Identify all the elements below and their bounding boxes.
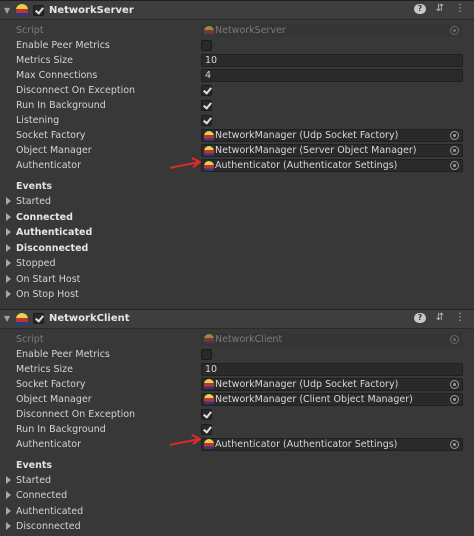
network-manager-icon: [204, 130, 214, 141]
presets-icon[interactable]: ⇵: [434, 3, 446, 14]
events-section: Events: [0, 459, 474, 474]
red-annotation-arrow-icon: [169, 157, 202, 169]
run-in-background-checkbox[interactable]: [201, 100, 212, 111]
disconnect-on-exception-checkbox[interactable]: [201, 408, 212, 420]
run-in-background-checkbox[interactable]: [201, 423, 212, 435]
event-started[interactable]: Started: [0, 195, 474, 211]
foldout-right-icon[interactable]: [6, 274, 11, 283]
component-icon: [16, 4, 28, 16]
object-picker-icon[interactable]: [450, 379, 459, 389]
network-manager-icon: [204, 379, 214, 389]
events-section: Events: [0, 180, 474, 195]
events-heading: Events: [16, 459, 53, 471]
script-field: NetworkServer: [201, 24, 463, 37]
authenticator-field[interactable]: Authenticator (Authenticator Settings): [201, 437, 463, 451]
red-annotation-arrow-icon: [169, 433, 202, 446]
event-started[interactable]: Started: [0, 474, 474, 490]
max-connections-input[interactable]: 4: [201, 69, 463, 82]
disconnect-on-exception-row: Disconnect On Exception: [0, 408, 474, 423]
network-client-enabled-checkbox[interactable]: [33, 313, 44, 324]
metrics-size-row: Metrics Size 10: [0, 54, 474, 69]
enable-peer-metrics-checkbox[interactable]: [201, 40, 212, 51]
listening-checkbox[interactable]: [201, 115, 212, 126]
script-row: Script NetworkClient: [0, 332, 474, 348]
foldout-right-icon[interactable]: [6, 228, 11, 236]
network-server-component: ▼ NetworkServer ? ⇵ ⋮ Script NetworkServ…: [0, 0, 474, 309]
foldout-right-icon[interactable]: [6, 491, 11, 499]
event-disconnected[interactable]: Disconnected: [0, 242, 474, 258]
object-picker-icon[interactable]: [450, 394, 459, 404]
metrics-size-input[interactable]: 10: [201, 54, 463, 67]
disconnect-on-exception-checkbox[interactable]: [201, 85, 212, 96]
disconnect-on-exception-row: Disconnect On Exception: [0, 84, 474, 99]
event-authenticated[interactable]: Authenticated: [0, 505, 474, 521]
foldout-right-icon[interactable]: [6, 290, 11, 298]
authenticator-icon: [204, 439, 214, 449]
enable-peer-metrics-row: Enable Peer Metrics: [0, 39, 474, 54]
foldout-right-icon[interactable]: [6, 475, 11, 484]
foldout-right-icon[interactable]: [6, 197, 11, 205]
network-server-header[interactable]: ▼ NetworkServer ? ⇵ ⋮: [0, 0, 474, 20]
script-row: Script NetworkServer: [0, 24, 474, 39]
script-icon: [204, 334, 214, 344]
foldout-right-icon[interactable]: [6, 243, 11, 252]
script-label: Script: [16, 25, 44, 36]
network-server-enabled-checkbox[interactable]: [33, 4, 44, 16]
enable-peer-metrics-row: Enable Peer Metrics: [0, 348, 474, 363]
max-connections-row: Max Connections 4: [0, 69, 474, 84]
events-heading: Events: [16, 181, 53, 192]
run-in-background-row: Run In Background: [0, 99, 474, 114]
object-picker-icon[interactable]: [450, 131, 459, 140]
object-picker-icon[interactable]: [450, 146, 459, 155]
script-icon: [204, 25, 214, 36]
network-manager-icon: [204, 394, 214, 404]
socket-factory-field[interactable]: NetworkManager (Udp Socket Factory): [201, 377, 463, 391]
object-picker-icon[interactable]: [450, 161, 459, 170]
context-menu-icon[interactable]: ⋮: [454, 3, 466, 14]
event-on-stop-host[interactable]: On Stop Host: [0, 288, 474, 304]
object-picker-icon[interactable]: [450, 439, 459, 449]
foldout-down-icon[interactable]: ▼: [4, 314, 14, 323]
authenticator-field[interactable]: Authenticator (Authenticator Settings): [201, 159, 463, 172]
presets-icon[interactable]: ⇵: [434, 312, 446, 323]
network-client-header[interactable]: ▼ NetworkClient ? ⇵ ⋮: [0, 308, 474, 329]
help-icon[interactable]: ?: [414, 3, 426, 14]
authenticator-icon: [204, 160, 214, 171]
event-authenticated[interactable]: Authenticated: [0, 226, 474, 242]
metrics-size-row: Metrics Size 10: [0, 362, 474, 378]
component-title: NetworkClient: [49, 313, 130, 324]
foldout-down-icon[interactable]: ▼: [4, 6, 14, 15]
help-icon[interactable]: ?: [414, 312, 426, 323]
socket-factory-row: Socket Factory NetworkManager (Udp Socke…: [0, 377, 474, 393]
listening-row: Listening: [0, 114, 474, 129]
component-title: NetworkServer: [49, 4, 134, 16]
object-picker-icon: [450, 26, 459, 35]
event-connected[interactable]: Connected: [0, 211, 474, 227]
foldout-right-icon[interactable]: [6, 506, 11, 515]
event-on-start-host[interactable]: On Start Host: [0, 273, 474, 289]
metrics-size-input[interactable]: 10: [201, 362, 463, 376]
foldout-right-icon[interactable]: [6, 259, 11, 267]
foldout-right-icon[interactable]: [6, 212, 11, 221]
authenticator-row: Authenticator Authenticator (Authenticat…: [0, 157, 474, 174]
network-manager-icon: [204, 145, 214, 156]
context-menu-icon[interactable]: ⋮: [454, 312, 466, 323]
object-manager-row: Object Manager NetworkManager (Client Ob…: [0, 392, 474, 408]
run-in-background-row: Run In Background: [0, 423, 474, 438]
component-icon: [16, 312, 28, 325]
socket-factory-row: Socket Factory NetworkManager (Udp Socke…: [0, 129, 474, 144]
authenticator-row: Authenticator Authenticator (Authenticat…: [0, 433, 474, 453]
foldout-right-icon[interactable]: [6, 522, 11, 530]
network-client-component: ▼ NetworkClient ? ⇵ ⋮ Script NetworkClie…: [0, 308, 474, 536]
event-disconnected[interactable]: Disconnected: [0, 520, 474, 536]
enable-peer-metrics-checkbox[interactable]: [201, 348, 212, 360]
event-stopped[interactable]: Stopped: [0, 257, 474, 273]
socket-factory-field[interactable]: NetworkManager (Udp Socket Factory): [201, 129, 463, 142]
object-manager-row: Object Manager NetworkManager (Server Ob…: [0, 144, 474, 159]
object-manager-field[interactable]: NetworkManager (Client Object Manager): [201, 392, 463, 406]
script-field: NetworkClient: [201, 332, 463, 346]
object-picker-icon: [450, 334, 459, 344]
object-manager-field[interactable]: NetworkManager (Server Object Manager): [201, 144, 463, 157]
event-connected[interactable]: Connected: [0, 489, 474, 505]
